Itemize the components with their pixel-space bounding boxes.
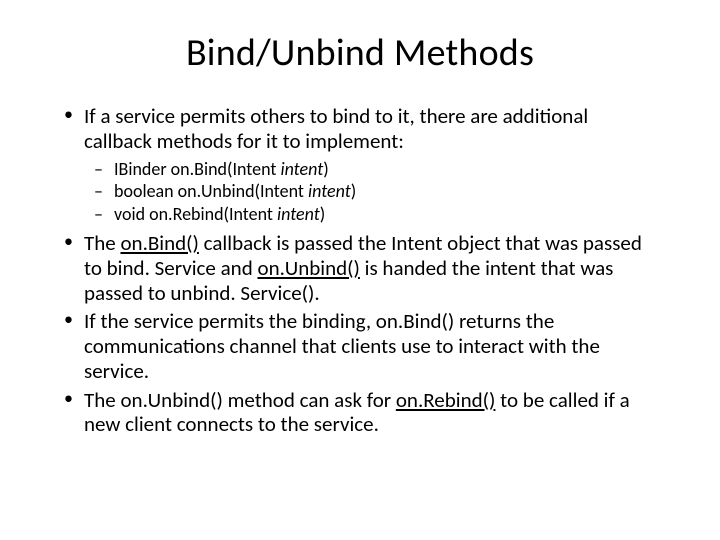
sub-3-a: void on.Rebind(Intent — [114, 203, 277, 225]
b3-text: If the service permits the binding, on.B… — [84, 308, 600, 384]
sub-list: IBinder on.Bind(Intent intent) boolean o… — [84, 158, 660, 226]
sub-1: IBinder on.Bind(Intent intent) — [84, 158, 660, 181]
sub-2-b: intent — [308, 180, 351, 202]
bullet-2: The on.Bind() callback is passed the Int… — [60, 231, 660, 305]
sub-1-b: intent — [280, 158, 323, 180]
b2-u2: on.Unbind() — [258, 255, 360, 281]
bullet-4: The on.Unbind() method can ask for on.Re… — [60, 388, 660, 438]
sub-2-c: ) — [351, 180, 356, 202]
b4-p1: The on.Unbind() method can ask for — [84, 387, 396, 413]
bullet-list: If a service permits others to bind to i… — [60, 104, 660, 437]
slide: Bind/Unbind Methods If a service permits… — [0, 0, 720, 540]
b2-p1: The — [84, 230, 120, 256]
sub-1-c: ) — [323, 158, 328, 180]
sub-2-a: boolean on.Unbind(Intent — [114, 180, 308, 202]
b2-u1: on.Bind() — [120, 230, 198, 256]
b4-u1: on.Rebind() — [396, 387, 496, 413]
slide-title: Bind/Unbind Methods — [60, 30, 660, 76]
sub-3: void on.Rebind(Intent intent) — [84, 203, 660, 226]
bullet-1-text: If a service permits others to bind to i… — [84, 103, 588, 154]
sub-1-a: IBinder on.Bind(Intent — [114, 158, 280, 180]
bullet-1: If a service permits others to bind to i… — [60, 104, 660, 225]
sub-2: boolean on.Unbind(Intent intent) — [84, 180, 660, 203]
bullet-3: If the service permits the binding, on.B… — [60, 309, 660, 383]
sub-3-b: intent — [277, 203, 320, 225]
sub-3-c: ) — [320, 203, 325, 225]
